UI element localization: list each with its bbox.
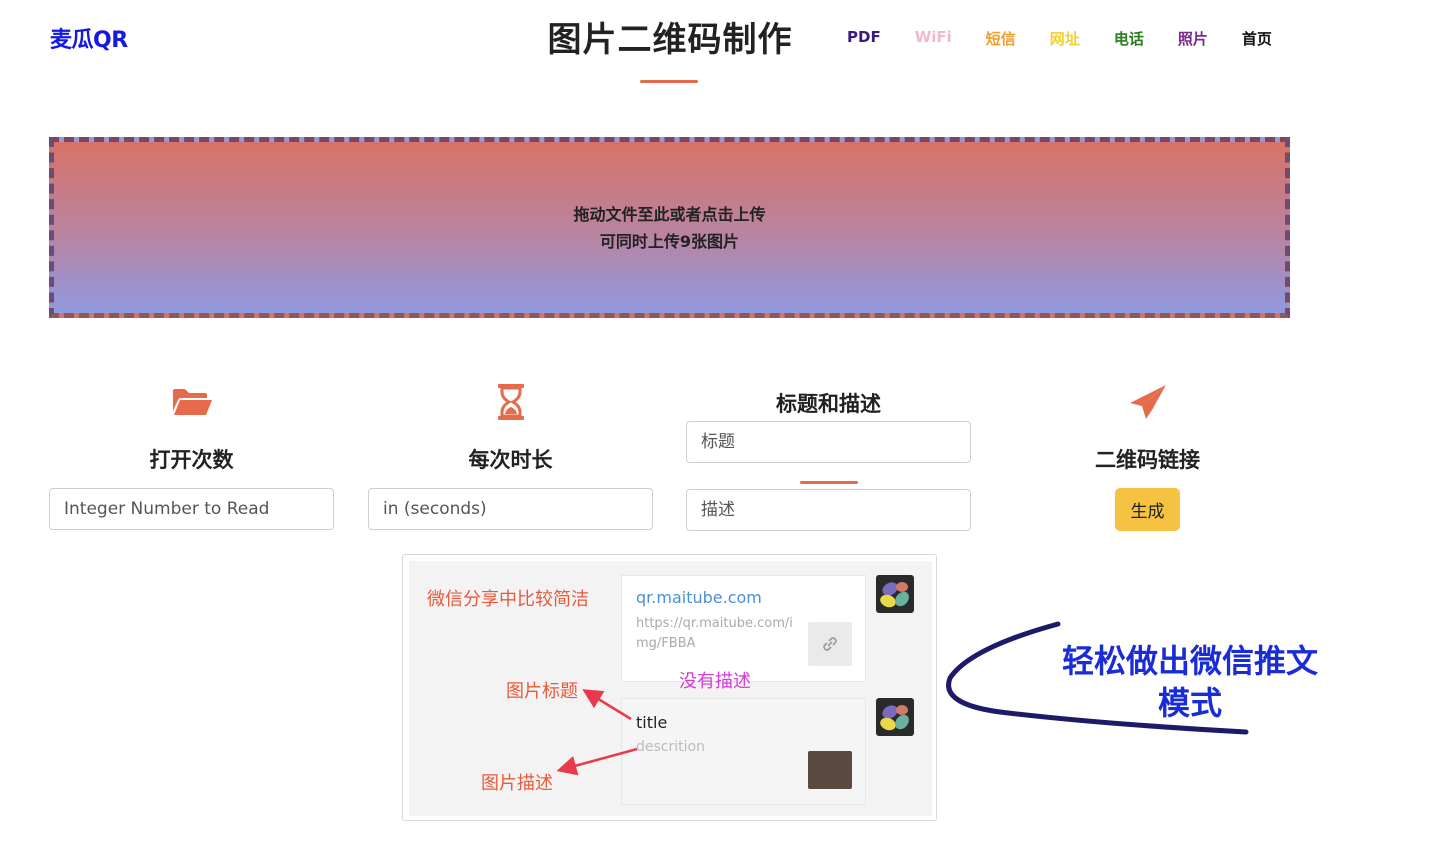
annotation-line1: 轻松做出微信推文 xyxy=(1061,642,1318,680)
section-underline xyxy=(800,481,858,484)
feature-duration: 每次时长 xyxy=(368,380,653,474)
nav-photo[interactable]: 照片 xyxy=(1161,28,1225,49)
description-input[interactable] xyxy=(686,489,971,531)
top-nav: PDF WiFi 短信 网址 电话 照片 首页 xyxy=(830,28,1289,49)
page-title: 图片二维码制作 xyxy=(547,20,793,60)
feature-open-count: 打开次数 xyxy=(49,380,334,474)
paper-plane-icon xyxy=(1005,380,1290,424)
title-desc-label: 标题和描述 xyxy=(776,392,881,416)
nav-home[interactable]: 首页 xyxy=(1225,28,1289,49)
title-underline xyxy=(640,80,698,83)
nav-pdf[interactable]: PDF xyxy=(830,28,898,49)
qr-link-label: 二维码链接 xyxy=(1095,448,1200,472)
dropzone-line2: 可同时上传9张图片 xyxy=(599,231,740,251)
feature-title-desc: 标题和描述 xyxy=(686,388,971,418)
demo-canvas: 微信分享中比较简洁 qr.maitube.com https://qr.mait… xyxy=(409,561,932,816)
duration-input[interactable] xyxy=(368,488,653,530)
annotation-arrows xyxy=(556,689,638,776)
open-count-label: 打开次数 xyxy=(149,448,234,472)
feature-qr-link: 二维码链接 xyxy=(1005,380,1290,474)
annotation-line2: 模式 xyxy=(1157,684,1222,722)
duration-label: 每次时长 xyxy=(468,448,553,472)
wechat-demo-image: 微信分享中比较简洁 qr.maitube.com https://qr.mait… xyxy=(402,554,937,821)
nav-phone[interactable]: 电话 xyxy=(1097,28,1161,49)
nav-wifi[interactable]: WiFi xyxy=(898,28,969,49)
site-logo[interactable]: 麦瓜QR xyxy=(50,22,128,54)
open-count-input[interactable] xyxy=(49,488,334,530)
dropzone-line1: 拖动文件至此或者点击上传 xyxy=(573,204,766,224)
generate-button[interactable]: 生成 xyxy=(1115,488,1180,531)
folder-open-icon xyxy=(49,380,334,424)
hourglass-icon xyxy=(368,380,653,424)
feature-annotation: 轻松做出微信推文 模式 xyxy=(1040,640,1340,724)
nav-url[interactable]: 网址 xyxy=(1033,28,1097,49)
upload-dropzone[interactable]: 拖动文件至此或者点击上传 可同时上传9张图片 xyxy=(49,137,1290,318)
nav-sms[interactable]: 短信 xyxy=(969,28,1033,49)
title-input[interactable] xyxy=(686,421,971,463)
